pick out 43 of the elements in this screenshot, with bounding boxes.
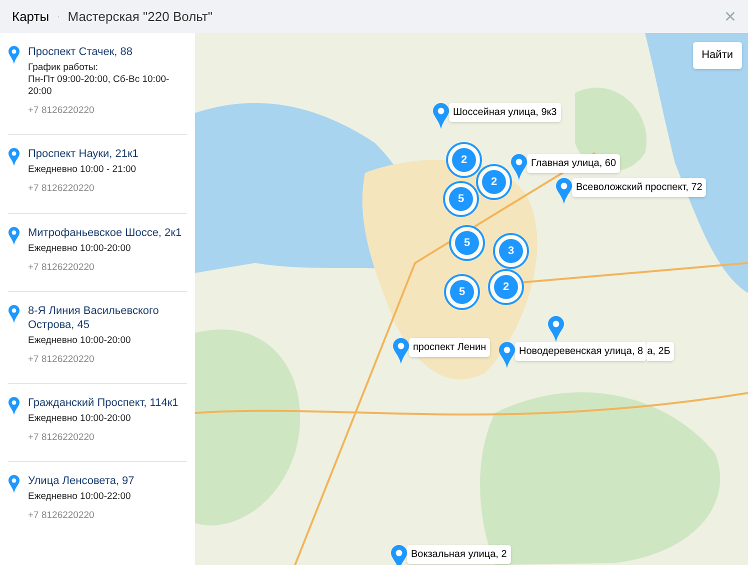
map-pin-icon[interactable]: [391, 545, 407, 565]
map-pin-icon[interactable]: [8, 397, 20, 415]
map-pin-icon[interactable]: [499, 342, 515, 368]
address-link[interactable]: Гражданский Проспект, 114к1: [28, 396, 178, 410]
phone-number: +7 8126220220: [28, 509, 96, 524]
marker-label[interactable]: Главная улица, 60: [527, 154, 620, 173]
working-hours: Ежедневно 10:00 - 21:00: [28, 164, 138, 176]
header-subtitle: Мастерская "220 Вольт": [68, 8, 212, 26]
address-link[interactable]: Митрофаньевское Шоссе, 2к1: [28, 226, 182, 240]
map-pin-icon[interactable]: [393, 338, 409, 364]
working-hours: Ежедневно 10:00-20:00: [28, 334, 132, 347]
address-link[interactable]: Проспект Стачек, 88: [28, 45, 187, 59]
working-hours: Ежедневно 10:00-20:00: [28, 413, 132, 425]
breadcrumb-separator: ·: [57, 10, 60, 22]
map-pin-icon[interactable]: [8, 304, 20, 323]
map-pin-icon[interactable]: [433, 103, 449, 129]
map-pin-icon[interactable]: [8, 148, 20, 166]
header-title: Карты: [12, 8, 50, 26]
map-pin-icon[interactable]: [556, 178, 572, 204]
working-hours: Ежедневно 10:00-22:00: [28, 491, 132, 504]
marker-label[interactable]: Вокзальная улица, 2: [407, 545, 511, 564]
phone-number: +7 8126220220: [28, 431, 96, 445]
address-link[interactable]: 8-Я Линия Васильевского Острова, 45: [28, 304, 187, 332]
map-drawing[interactable]: [195, 33, 748, 565]
map-pin-icon[interactable]: [548, 316, 564, 342]
marker-label[interactable]: Всеволожский проспект, 72: [572, 178, 706, 197]
address-link[interactable]: Улица Ленсовета, 97: [28, 474, 134, 488]
map-pin-icon[interactable]: [8, 475, 20, 494]
map-pin-icon[interactable]: [511, 154, 527, 180]
phone-number: +7 8126220220: [28, 104, 96, 118]
working-hours: График работы: Пн-Пт 09:00-20:00, Сб-Вс 10:00-20:00: [28, 62, 170, 98]
find-button[interactable]: Найти: [692, 42, 742, 68]
working-hours: Ежедневно 10:00-20:00: [28, 242, 132, 254]
marker-label[interactable]: проспект Ленин: [409, 338, 490, 357]
address-link[interactable]: Проспект Науки, 21к1: [28, 147, 138, 162]
phone-number: +7 8126220220: [28, 352, 96, 367]
marker-label[interactable]: Новодеревенская улица, 8: [515, 342, 648, 361]
phone-number: +7 8126220220: [28, 260, 96, 274]
map-pin-icon[interactable]: [8, 46, 20, 64]
marker-label[interactable]: Шоссейная улица, 9к3: [449, 103, 561, 122]
phone-number: +7 8126220220: [28, 182, 96, 196]
map-pin-icon[interactable]: [8, 226, 20, 244]
marker-label[interactable]: а, 2Б: [647, 342, 674, 361]
